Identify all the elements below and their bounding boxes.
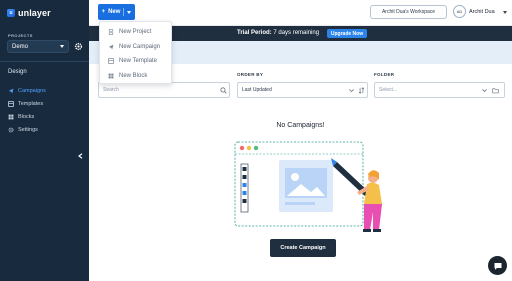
menu-item-new-block[interactable]: New Block — [100, 69, 171, 84]
menu-item-label: New Template — [119, 58, 157, 65]
menu-item-new-template[interactable]: New Template — [100, 54, 171, 69]
upgrade-button[interactable]: Upgrade Now — [327, 29, 367, 38]
menu-item-new-campaign[interactable]: New Campaign — [100, 40, 171, 55]
user-name[interactable]: Archit Dua — [469, 9, 495, 15]
chevron-down-icon — [60, 45, 64, 48]
block-icon — [108, 73, 114, 79]
order-by-label: ORDER BY — [237, 72, 264, 77]
trial-remaining: 7 days remaining — [273, 30, 320, 36]
trial-text: Trial Period: 7 days remaining — [237, 30, 319, 36]
empty-state-title: No Campaigns! — [276, 122, 325, 129]
sidebar-item-label: Templates — [18, 100, 44, 107]
gear-icon — [8, 127, 14, 132]
menu-item-label: New Block — [119, 72, 148, 79]
sidebar-item-label: Campaigns — [18, 87, 46, 94]
sidebar-item-campaigns[interactable]: Campaigns — [0, 84, 89, 97]
chevron-down-icon[interactable] — [503, 11, 507, 14]
template-icon — [108, 58, 114, 65]
send-icon — [108, 44, 114, 50]
new-button-label: New — [108, 9, 121, 15]
empty-campaign-illustration — [234, 141, 382, 232]
logo-mark-icon: u — [7, 9, 15, 17]
sidebar-divider — [0, 61, 89, 62]
sort-icon[interactable] — [358, 87, 365, 94]
collapse-sidebar-icon[interactable] — [78, 153, 83, 159]
chevron-down-icon — [127, 10, 132, 14]
folder-label: FOLDER — [374, 72, 395, 77]
sidebar-nav: Campaigns Templates Blocks Settings — [0, 84, 89, 136]
search-placeholder: Search — [103, 87, 119, 93]
block-icon — [8, 114, 14, 119]
chat-icon — [494, 262, 501, 270]
project-select-value: Demo — [12, 43, 29, 50]
search-icon — [220, 87, 227, 94]
logo-text: unlayer — [18, 8, 51, 18]
plus-icon: + — [101, 9, 106, 15]
avatar[interactable]: AD — [453, 5, 466, 18]
create-campaign-button[interactable]: Create Campaign — [270, 239, 336, 257]
gear-icon[interactable] — [74, 42, 83, 51]
projects-label: PROJECTS — [8, 33, 33, 38]
menu-item-label: New Project — [119, 29, 152, 36]
sidebar-item-templates[interactable]: Templates — [0, 97, 89, 110]
menu-item-label: New Campaign — [119, 43, 161, 50]
chat-launcher[interactable] — [488, 256, 507, 275]
document-icon — [108, 29, 114, 35]
logo[interactable]: u unlayer — [7, 8, 51, 18]
folder-icon[interactable] — [492, 87, 499, 94]
sidebar-section-heading: Design — [8, 69, 27, 75]
sidebar: u unlayer PROJECTS Demo Design Campaigns… — [0, 0, 89, 281]
sidebar-item-blocks[interactable]: Blocks — [0, 110, 89, 123]
chevron-down-icon — [482, 89, 487, 93]
chevron-down-icon — [349, 89, 354, 93]
order-by-value: Last Updated — [242, 87, 272, 93]
menu-item-new-project[interactable]: New Project — [100, 25, 171, 40]
folder-placeholder: Select... — [379, 87, 398, 93]
project-select[interactable]: Demo — [7, 40, 69, 53]
folder-select[interactable]: Select... — [374, 82, 505, 98]
sidebar-item-label: Settings — [18, 126, 38, 133]
order-by-select[interactable]: Last Updated — [237, 82, 368, 98]
new-dropdown-menu: New Project New Campaign New Template Ne… — [99, 21, 172, 84]
button-divider — [123, 8, 125, 16]
sidebar-item-settings[interactable]: Settings — [0, 123, 89, 136]
send-icon — [8, 88, 14, 93]
search-input[interactable]: Search — [98, 82, 230, 98]
sidebar-item-label: Blocks — [18, 113, 35, 120]
new-button[interactable]: + New — [98, 4, 135, 20]
trial-label: Trial Period: — [237, 30, 272, 36]
template-icon — [8, 100, 14, 107]
workspace-button[interactable]: Archit Dua's Workspace — [370, 5, 447, 19]
